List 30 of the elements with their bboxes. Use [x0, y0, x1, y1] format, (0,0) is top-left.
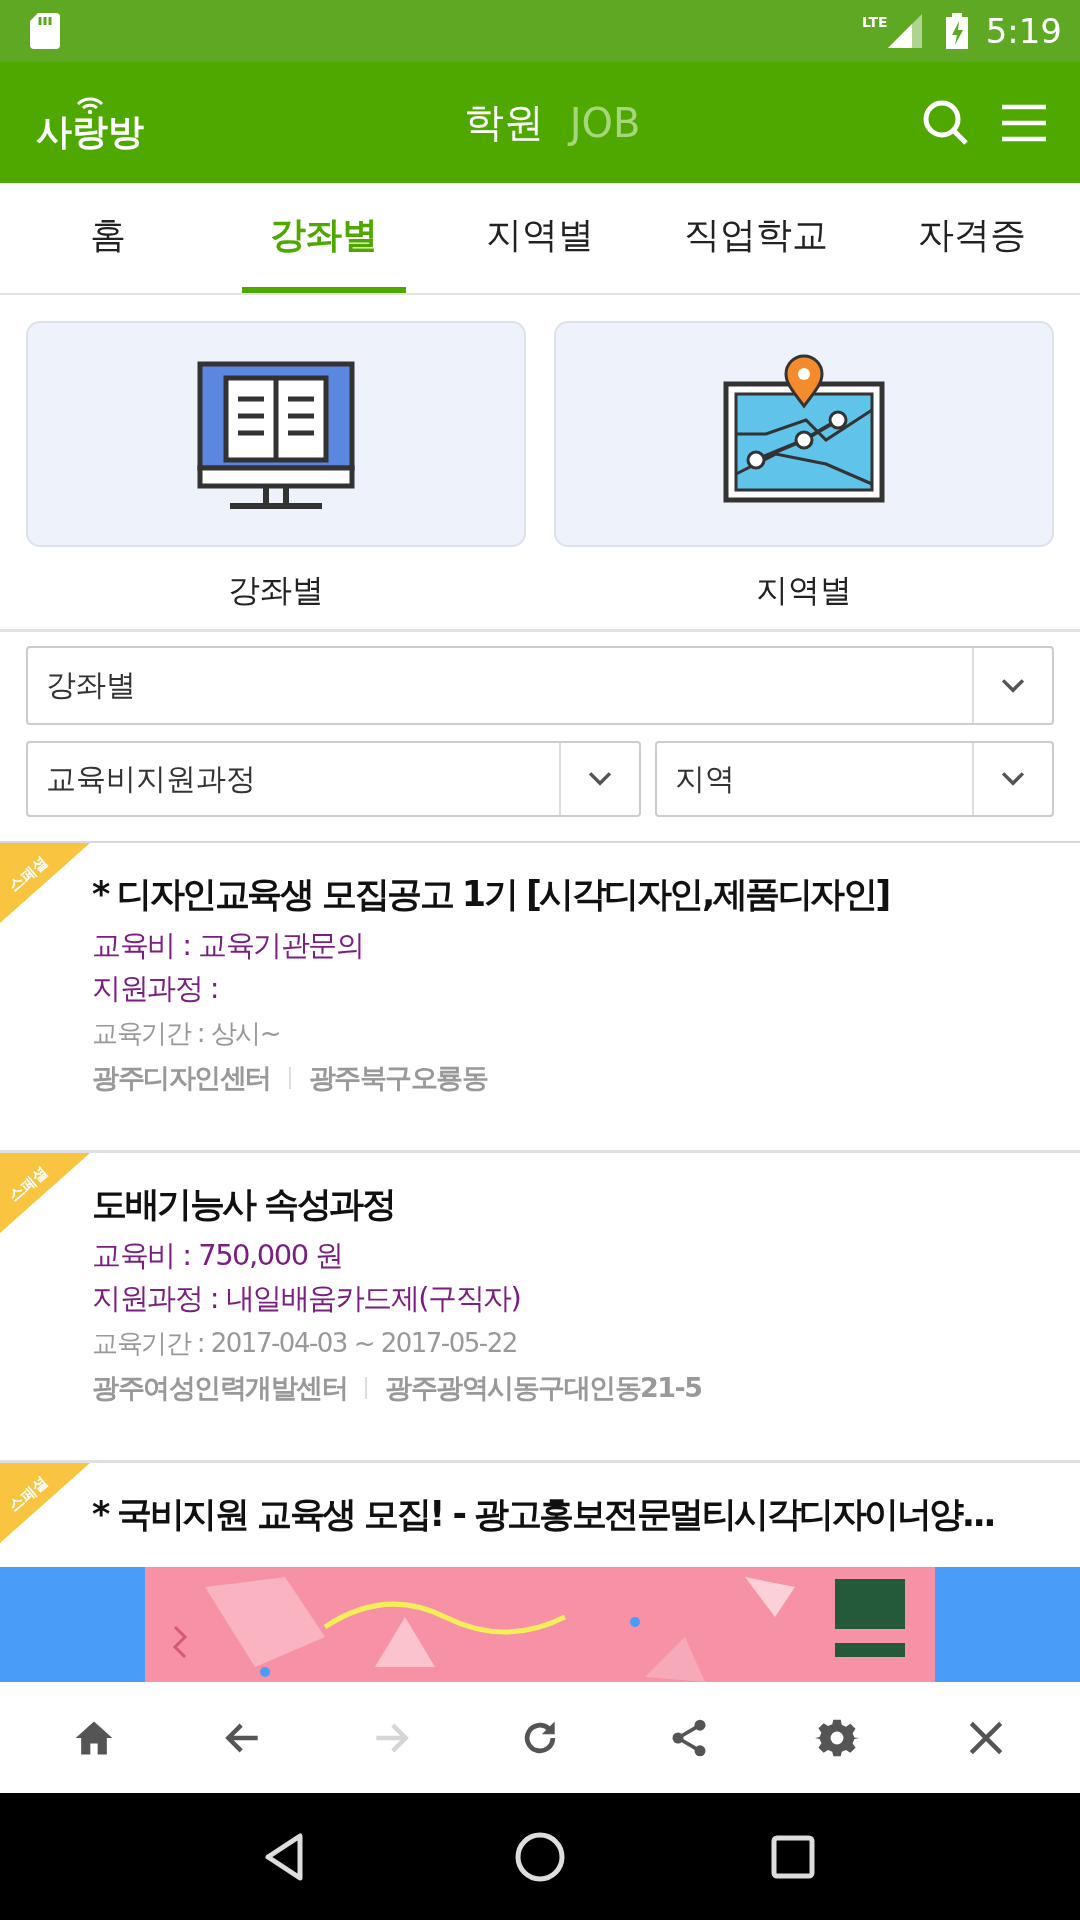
network-type: LTE — [861, 14, 888, 30]
address-text: 광주광역시동구대인동21-5 — [385, 1371, 702, 1405]
category-tab[interactable]: 자격증 — [890, 183, 1054, 293]
listing-title[interactable]: * 디자인교육생 모집공고 1기 [시각디자인,제품디자인] — [92, 871, 889, 918]
address-text: 광주북구오룡동 — [308, 1061, 487, 1095]
clock: 5:19 — [985, 11, 1062, 51]
category-card[interactable] — [26, 321, 526, 547]
program-text: 지원과정 : 내일배움카드제(구직자) — [92, 1280, 522, 1317]
listing-title[interactable]: * 국비지원 교육생 모집! - 광고홍보전문멀티시각디자이너양... — [92, 1491, 995, 1538]
organization-name: 광주디자인센터 — [92, 1061, 271, 1095]
listing-title[interactable]: 도배기능사 속성과정 — [92, 1181, 395, 1228]
tuition-text: 교육비 : 750,000 원 — [92, 1237, 344, 1274]
battery-icon — [945, 13, 968, 49]
category-dropdown[interactable]: 강좌별 — [26, 646, 1054, 725]
organization-name: 광주여성인력개발센터 — [92, 1371, 347, 1405]
period-text: 교육기간 : 2017-04-03 ~ 2017-05-22 — [92, 1327, 518, 1360]
category-tab[interactable]: 지역별 — [458, 183, 622, 293]
wifi-icon — [75, 95, 105, 114]
region-dropdown[interactable]: 지역 — [655, 741, 1054, 817]
signal-icon — [887, 14, 922, 48]
course-type-dropdown[interactable]: 교육비지원과정 — [26, 741, 642, 817]
program-text: 지원과정 : — [92, 970, 219, 1007]
category-label: 지역별 — [756, 570, 852, 611]
sd-card-icon — [30, 13, 60, 49]
category-tab[interactable]: 홈 — [26, 183, 190, 293]
period-text: 교육기간 : 상시~ — [92, 1017, 282, 1050]
tuition-text: 교육비 : 교육기관문의 — [92, 927, 365, 964]
category-card[interactable] — [554, 321, 1054, 547]
category-label: 강좌별 — [228, 570, 324, 611]
category-tab[interactable]: 직업학교 — [674, 183, 838, 293]
